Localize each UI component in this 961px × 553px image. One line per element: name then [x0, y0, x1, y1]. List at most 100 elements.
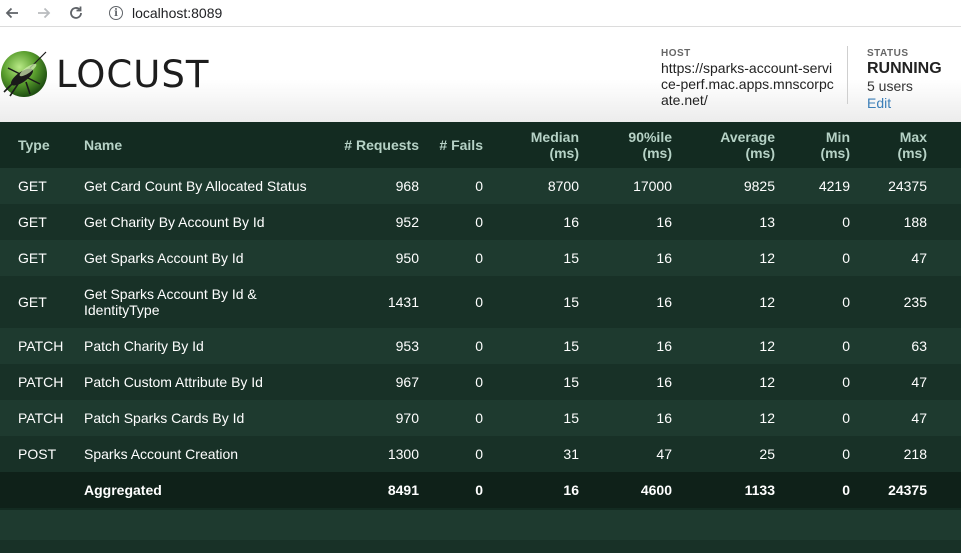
cell-max: 218 — [903, 446, 927, 462]
cell-fails: 0 — [475, 374, 483, 390]
agg-cell-max: 24375 — [888, 482, 927, 498]
cell-min: 0 — [842, 446, 850, 462]
cell-type: PATCH — [18, 374, 64, 390]
table-header-row: Type Name # Requests # Fails Median (ms) … — [0, 122, 961, 168]
cell-name: Patch Sparks Cards By Id — [84, 410, 245, 426]
cell-median: 15 — [563, 250, 579, 266]
col-header-average[interactable]: Average (ms) — [672, 122, 775, 168]
cell-requests: 968 — [395, 178, 419, 194]
cell-median: 15 — [563, 410, 579, 426]
table-row: PATCH Patch Custom Attribute By Id 967 0 15 1… — [0, 364, 961, 400]
cell-type: GET — [18, 294, 47, 310]
table-row: GET Get Card Count By Allocated Status 968… — [0, 168, 961, 204]
cell-p90: 16 — [656, 214, 672, 230]
locust-logo: LOCUST — [0, 48, 209, 100]
agg-cell-requests: 8491 — [387, 482, 419, 498]
cell-median: 15 — [563, 338, 579, 354]
cell-max: 24375 — [888, 178, 927, 194]
cell-spacer — [927, 436, 961, 472]
info-icon[interactable]: i — [109, 6, 123, 20]
cell-max: 47 — [911, 250, 927, 266]
cell-name: Get Sparks Account By Id & IdentityType — [84, 286, 257, 318]
col-header-max[interactable]: Max (ms) — [850, 122, 927, 168]
cell-p90: 17000 — [633, 178, 672, 194]
cell-p90: 16 — [656, 410, 672, 426]
status-value: RUNNING — [867, 60, 942, 77]
cell-requests: 950 — [395, 250, 419, 266]
cell-avg: 12 — [759, 374, 775, 390]
cell-requests: 952 — [395, 214, 419, 230]
cell-spacer — [927, 400, 961, 436]
cell-spacer — [927, 240, 961, 276]
cell-type: GET — [18, 250, 47, 266]
cell-requests: 967 — [395, 374, 419, 390]
host-label: HOST — [661, 48, 691, 59]
cell-max: 47 — [911, 410, 927, 426]
col-header-90ile[interactable]: 90%ile (ms) — [579, 122, 672, 168]
status-label: STATUS — [867, 48, 909, 59]
table-row: GET Get Sparks Account By Id & IdentityTy… — [0, 276, 961, 328]
edit-link[interactable]: Edit — [867, 95, 942, 111]
cell-spacer — [927, 204, 961, 240]
cell-p90: 16 — [656, 294, 672, 310]
cell-median: 15 — [563, 374, 579, 390]
col-header-spacer — [927, 122, 961, 168]
cell-type: PATCH — [18, 338, 64, 354]
cell-max: 188 — [903, 214, 927, 230]
cell-min: 0 — [842, 410, 850, 426]
cell-avg: 25 — [759, 446, 775, 462]
cell-min: 0 — [842, 374, 850, 390]
cell-name: Get Sparks Account By Id — [84, 250, 244, 266]
cell-fails: 0 — [475, 410, 483, 426]
forward-arrow-icon[interactable] — [33, 2, 55, 24]
cell-name: Sparks Account Creation — [84, 446, 239, 462]
cell-p90: 16 — [656, 374, 672, 390]
cell-type: GET — [18, 214, 47, 230]
cell-avg: 12 — [759, 410, 775, 426]
cell-name: Get Card Count By Allocated Status — [84, 178, 307, 194]
cell-avg: 12 — [759, 338, 775, 354]
stats-table: Type Name # Requests # Fails Median (ms) … — [0, 122, 961, 508]
cell-spacer — [927, 472, 961, 508]
table-filler-row — [0, 510, 961, 540]
cell-type: GET — [18, 178, 47, 194]
table-row: PATCH Patch Sparks Cards By Id 970 0 15 16 12 0… — [0, 400, 961, 436]
cell-min: 4219 — [818, 178, 850, 194]
cell-avg: 9825 — [743, 178, 775, 194]
reload-icon[interactable] — [65, 2, 87, 24]
col-header-name[interactable]: Name — [72, 122, 326, 168]
agg-cell-fails: 0 — [475, 482, 483, 498]
agg-cell-avg: 1133 — [744, 482, 775, 498]
agg-cell-type — [0, 472, 72, 508]
cell-max: 47 — [911, 374, 927, 390]
aggregated-row: Aggregated 8491 0 16 4600 1133 0 24375 — [0, 472, 961, 508]
cell-avg: 12 — [759, 294, 775, 310]
cell-median: 15 — [563, 294, 579, 310]
status-panel: STATUS RUNNING 5 users Edit — [867, 48, 942, 111]
col-header-min[interactable]: Min (ms) — [775, 122, 850, 168]
cell-requests: 970 — [395, 410, 419, 426]
cell-type: POST — [18, 446, 57, 462]
cell-min: 0 — [842, 250, 850, 266]
table-row: POST Sparks Account Creation 1300 0 31 47 25 0 2… — [0, 436, 961, 472]
back-arrow-icon[interactable] — [1, 2, 23, 24]
table-row: GET Get Charity By Account By Id 952 0 16 16 1… — [0, 204, 961, 240]
cell-avg: 13 — [759, 214, 775, 230]
col-header-fails[interactable]: # Fails — [419, 122, 483, 168]
col-header-type[interactable]: Type — [0, 122, 72, 168]
col-header-requests[interactable]: # Requests — [326, 122, 419, 168]
cell-name: Patch Charity By Id — [84, 338, 204, 354]
table-filler-row — [0, 540, 961, 553]
cell-max: 235 — [903, 294, 927, 310]
col-header-median[interactable]: Median (ms) — [483, 122, 579, 168]
header-divider — [847, 46, 848, 104]
cell-fails: 0 — [475, 446, 483, 462]
address-bar[interactable]: i localhost:8089 — [109, 2, 222, 24]
locust-logo-icon — [1, 51, 47, 97]
cell-min: 0 — [842, 338, 850, 354]
cell-spacer — [927, 328, 961, 364]
cell-median: 8700 — [547, 178, 579, 194]
browser-toolbar: i localhost:8089 — [0, 0, 961, 27]
cell-fails: 0 — [475, 178, 483, 194]
cell-fails: 0 — [475, 250, 483, 266]
